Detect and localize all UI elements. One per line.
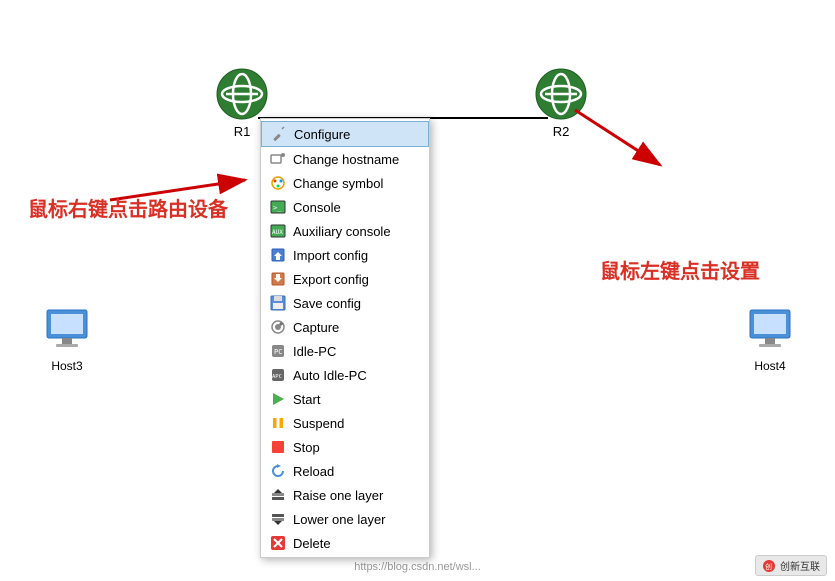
network-canvas: R1 R2 Host3 Host4 — [0, 0, 835, 581]
suspend-icon — [269, 414, 287, 432]
menu-start-label: Start — [293, 392, 320, 407]
menu-item-export-config[interactable]: Export config — [261, 267, 429, 291]
idle-pc-icon: PC — [269, 342, 287, 360]
menu-item-auxiliary-console[interactable]: AUX Auxiliary console — [261, 219, 429, 243]
svg-text:>_: >_ — [273, 204, 282, 212]
menu-item-change-hostname[interactable]: Change hostname — [261, 147, 429, 171]
start-icon — [269, 390, 287, 408]
menu-item-console[interactable]: >_ Console — [261, 195, 429, 219]
host4-icon — [745, 305, 795, 355]
save-icon — [269, 294, 287, 312]
brand-label: 创新互联 — [780, 558, 820, 573]
menu-item-delete[interactable]: Delete — [261, 531, 429, 555]
router-r1-icon — [216, 68, 268, 120]
svg-text:AUX: AUX — [272, 229, 283, 236]
menu-item-raise-layer[interactable]: Raise one layer — [261, 483, 429, 507]
menu-change-symbol-label: Change symbol — [293, 176, 383, 191]
import-icon — [269, 246, 287, 264]
annotation-right: 鼠标左键点击设置 — [600, 255, 760, 284]
menu-item-reload[interactable]: Reload — [261, 459, 429, 483]
auto-idle-pc-icon: APC — [269, 366, 287, 384]
menu-item-capture[interactable]: Capture — [261, 315, 429, 339]
svg-text:APC: APC — [272, 374, 282, 380]
reload-icon — [269, 462, 287, 480]
stop-icon — [269, 438, 287, 456]
host4[interactable]: Host4 — [745, 305, 795, 373]
arrow-to-annotation-right — [565, 100, 685, 180]
host3-icon — [42, 305, 92, 355]
svg-text:PC: PC — [274, 348, 282, 356]
menu-item-change-symbol[interactable]: Change symbol — [261, 171, 429, 195]
watermark-url: https://blog.csdn.net/wsl... — [354, 561, 481, 573]
menu-suspend-label: Suspend — [293, 416, 344, 431]
capture-icon — [269, 318, 287, 336]
menu-lower-layer-label: Lower one layer — [293, 512, 386, 527]
menu-change-hostname-label: Change hostname — [293, 152, 399, 167]
context-menu: Configure Change hostname — [260, 118, 430, 558]
menu-configure-label: Configure — [294, 127, 350, 142]
menu-auto-idle-pc-label: Auto Idle-PC — [293, 368, 367, 383]
menu-item-import-config[interactable]: Import config — [261, 243, 429, 267]
brand-logo-icon: 创 — [762, 559, 776, 573]
wrench-icon — [270, 125, 288, 143]
annotation-left: 鼠标右键点击路由设备 — [28, 193, 228, 222]
menu-reload-label: Reload — [293, 464, 334, 479]
menu-item-idle-pc[interactable]: PC Idle-PC — [261, 339, 429, 363]
menu-item-configure[interactable]: Configure — [261, 121, 429, 147]
delete-icon — [269, 534, 287, 552]
host3[interactable]: Host3 — [42, 305, 92, 373]
menu-delete-label: Delete — [293, 536, 331, 551]
menu-export-config-label: Export config — [293, 272, 369, 287]
palette-icon — [269, 174, 287, 192]
console-icon: >_ — [269, 198, 287, 216]
menu-import-config-label: Import config — [293, 248, 368, 263]
menu-stop-label: Stop — [293, 440, 320, 455]
export-icon — [269, 270, 287, 288]
brand-logo: 创 创新互联 — [755, 555, 827, 576]
aux-console-icon: AUX — [269, 222, 287, 240]
router-r1-label: R1 — [234, 124, 251, 139]
menu-item-lower-layer[interactable]: Lower one layer — [261, 507, 429, 531]
raise-icon — [269, 486, 287, 504]
menu-capture-label: Capture — [293, 320, 339, 335]
svg-text:创: 创 — [765, 562, 772, 571]
menu-auxiliary-console-label: Auxiliary console — [293, 224, 391, 239]
menu-raise-layer-label: Raise one layer — [293, 488, 383, 503]
menu-item-save-config[interactable]: Save config — [261, 291, 429, 315]
host4-label: Host4 — [754, 359, 785, 373]
host3-label: Host3 — [51, 359, 82, 373]
lower-icon — [269, 510, 287, 528]
tag-icon — [269, 150, 287, 168]
menu-item-stop[interactable]: Stop — [261, 435, 429, 459]
menu-item-suspend[interactable]: Suspend — [261, 411, 429, 435]
menu-save-config-label: Save config — [293, 296, 361, 311]
menu-item-start[interactable]: Start — [261, 387, 429, 411]
menu-idle-pc-label: Idle-PC — [293, 344, 336, 359]
menu-item-auto-idle-pc[interactable]: APC Auto Idle-PC — [261, 363, 429, 387]
menu-console-label: Console — [293, 200, 341, 215]
